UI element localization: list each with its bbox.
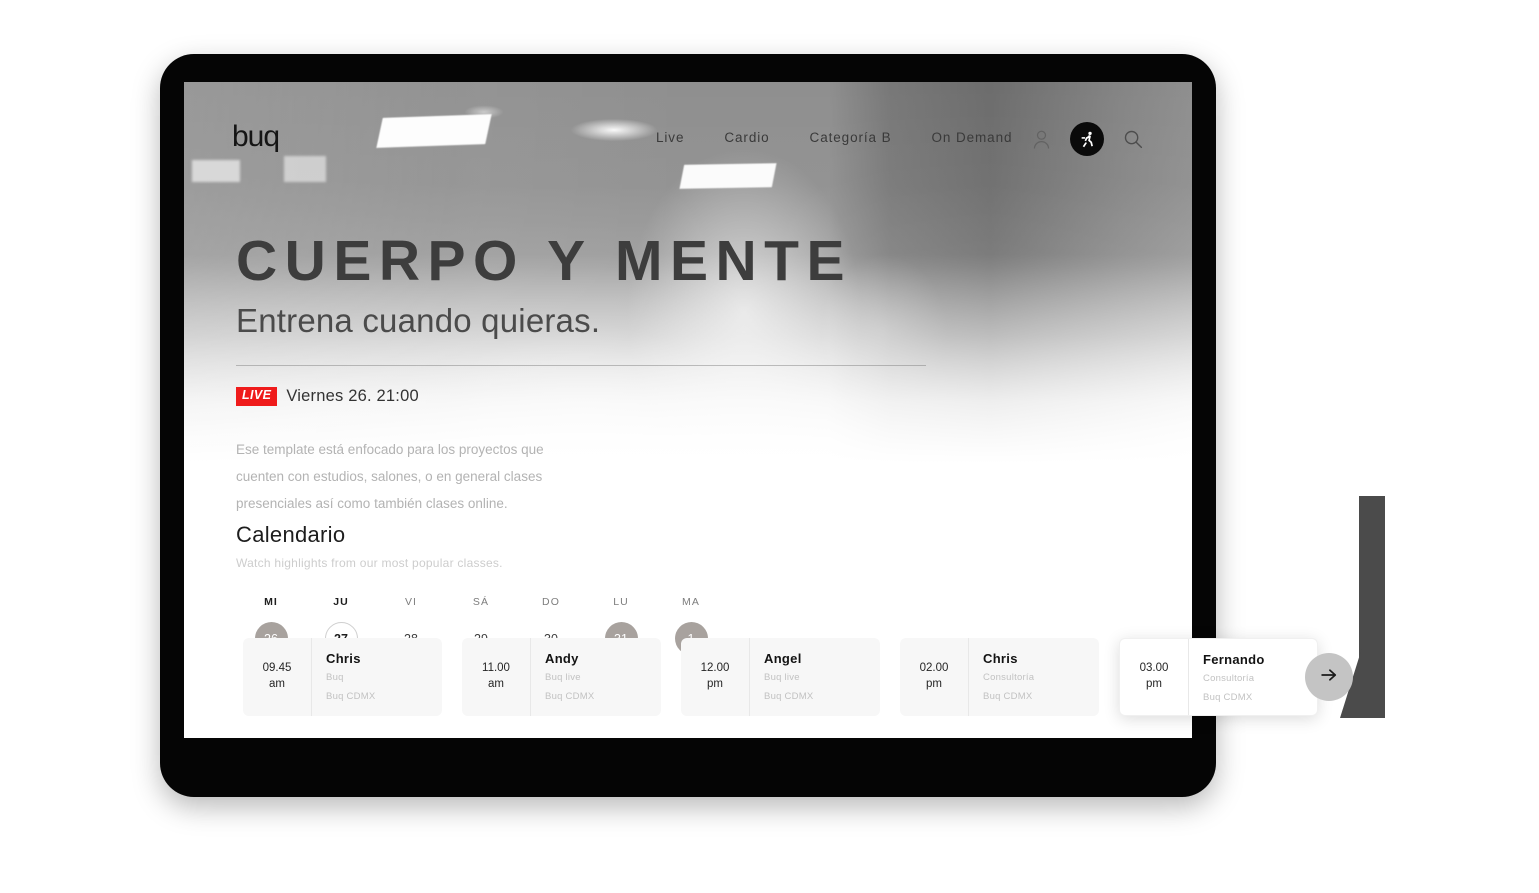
calendar-section: Calendario Watch highlights from our mos… <box>236 522 1166 655</box>
class-card[interactable]: 09.45 am Chris Buq Buq CDMX <box>243 638 442 716</box>
calendar-dow-label: DO <box>542 596 560 608</box>
calendar-dow-label: VI <box>404 596 418 608</box>
class-instructor: Chris <box>983 651 1018 666</box>
class-instructor: Chris <box>326 651 361 666</box>
next-classes-button[interactable] <box>1305 653 1353 701</box>
class-time: 11.00 am <box>462 638 531 716</box>
class-instructor: Andy <box>545 651 579 666</box>
class-info: Andy Buq live Buq CDMX <box>531 638 661 716</box>
class-location: Buq CDMX <box>545 691 595 702</box>
class-instructor: Angel <box>764 651 802 666</box>
class-card[interactable]: 11.00 am Andy Buq live Buq CDMX <box>462 638 661 716</box>
class-time-meridiem: am <box>269 678 285 690</box>
calendar-dow-label: MA <box>682 596 700 608</box>
nav-link-ondemand[interactable]: On Demand <box>932 130 1013 145</box>
calendar-subtitle: Watch highlights from our most popular c… <box>236 556 503 570</box>
class-time: 09.45 am <box>243 638 312 716</box>
nav-link-categoria[interactable]: Categoría B <box>810 130 892 145</box>
calendar-title: Calendario <box>236 522 346 547</box>
class-category: Buq <box>326 672 344 683</box>
running-person-button[interactable] <box>1070 122 1104 156</box>
top-navbar: buq Live Cardio Categoría B On Demand <box>184 82 1192 176</box>
class-time-meridiem: pm <box>707 678 723 690</box>
class-card[interactable]: 12.00 pm Angel Buq live Buq CDMX <box>681 638 880 716</box>
hero-divider <box>236 364 926 366</box>
class-time-meridiem: pm <box>926 678 942 690</box>
decorative-right-bar <box>1359 496 1385 718</box>
class-location: Buq CDMX <box>1203 692 1253 703</box>
hero-description: Ese template está enfocado para los proy… <box>236 441 544 511</box>
class-time: 02.00 pm <box>900 638 969 716</box>
class-category: Consultoría <box>983 672 1035 683</box>
user-icon[interactable] <box>1032 128 1051 150</box>
arrow-right-icon <box>1318 664 1340 691</box>
page-root: buq Live Cardio Categoría B On Demand CU… <box>0 0 1539 893</box>
class-location: Buq CDMX <box>983 691 1033 702</box>
hero-content: CUERPO Y MENTE Entrena cuando quieras. L… <box>236 229 956 517</box>
class-time: 12.00 pm <box>681 638 750 716</box>
class-category: Consultoría <box>1203 673 1255 684</box>
class-time: 03.00 pm <box>1120 639 1189 715</box>
class-category: Buq live <box>545 672 581 683</box>
class-time-meridiem: pm <box>1146 678 1162 690</box>
class-location: Buq CDMX <box>326 691 376 702</box>
class-category: Buq live <box>764 672 800 683</box>
live-time-label: Viernes 26. 21:00 <box>286 386 419 405</box>
class-info: Fernando Consultoría Buq CDMX <box>1189 639 1317 715</box>
nav-link-cardio[interactable]: Cardio <box>724 130 769 145</box>
calendar-dow-label: SÁ <box>472 596 490 608</box>
search-icon[interactable] <box>1123 129 1143 149</box>
hero-subheadline: Entrena cuando quieras. <box>236 301 601 339</box>
nav-links: Live Cardio Categoría B On Demand <box>656 130 1012 145</box>
nav-link-live[interactable]: Live <box>656 130 684 145</box>
class-info: Chris Buq Buq CDMX <box>312 638 442 716</box>
live-schedule-row: LIVE Viernes 26. 21:00 <box>236 387 956 406</box>
class-time-meridiem: am <box>488 678 504 690</box>
class-time-value: 12.00 <box>700 662 730 675</box>
class-time-value: 02.00 <box>919 662 949 675</box>
class-time-value: 03.00 <box>1139 662 1169 675</box>
class-location: Buq CDMX <box>764 691 814 702</box>
calendar-dow-label: LU <box>613 596 629 608</box>
brand-logo[interactable]: buq <box>232 122 280 152</box>
class-card-featured[interactable]: 03.00 pm Fernando Consultoría Buq CDMX <box>1119 638 1318 716</box>
class-time-value: 09.45 <box>262 662 292 675</box>
calendar-dow-label: JU <box>333 596 349 608</box>
class-info: Angel Buq live Buq CDMX <box>750 638 880 716</box>
class-time-value: 11.00 <box>482 662 510 675</box>
class-info: Chris Consultoría Buq CDMX <box>969 638 1099 716</box>
live-badge: LIVE <box>236 386 278 406</box>
nav-actions <box>1032 122 1143 156</box>
hero-headline: CUERPO Y MENTE <box>236 229 852 293</box>
class-card[interactable]: 02.00 pm Chris Consultoría Buq CDMX <box>900 638 1099 716</box>
class-instructor: Fernando <box>1203 652 1265 667</box>
class-card-list: 09.45 am Chris Buq Buq CDMX 11.00 am And… <box>243 638 1318 716</box>
calendar-dow-label: MI <box>264 596 278 608</box>
